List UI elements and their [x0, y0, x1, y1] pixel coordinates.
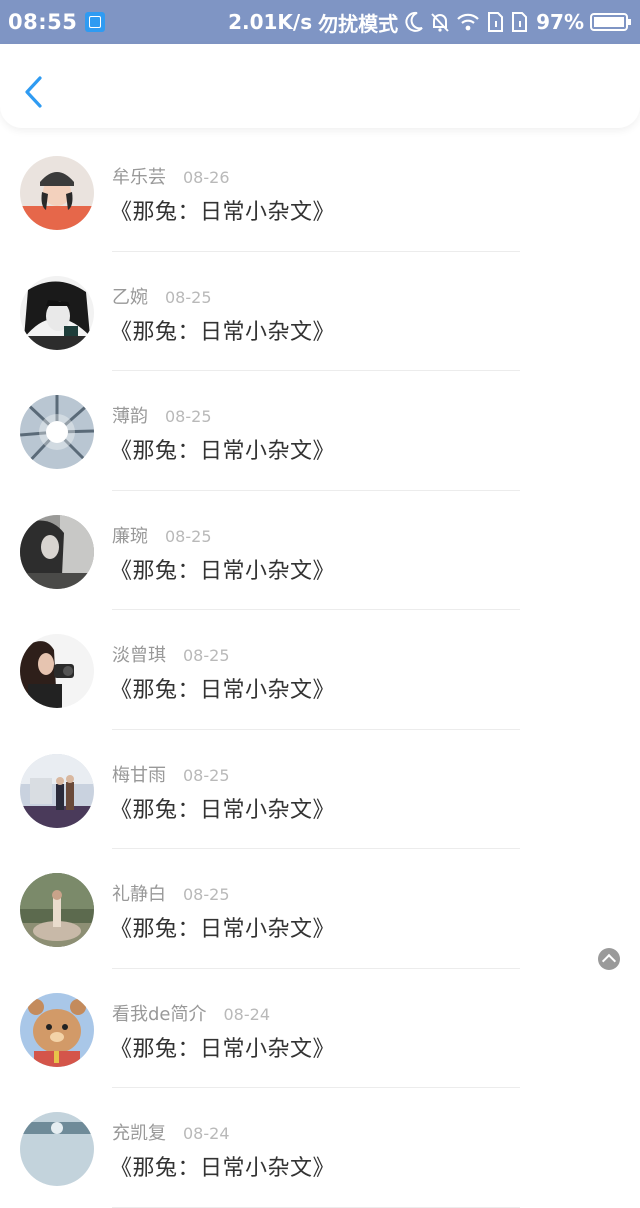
item-meta: 乙婉 08-25 — [112, 283, 212, 309]
status-time: 08:55 — [8, 10, 78, 34]
list-item[interactable]: 淡曾琪 08-25 《那兔：日常小杂文》 — [0, 610, 640, 730]
item-meta: 薄韵 08-25 — [112, 402, 212, 428]
post-date: 08-25 — [183, 646, 230, 665]
post-title[interactable]: 《那兔：日常小杂文》 — [110, 314, 335, 346]
post-date: 08-24 — [183, 1124, 230, 1143]
author-name[interactable]: 充凯复 — [112, 1119, 166, 1145]
post-title[interactable]: 《那兔：日常小杂文》 — [110, 1150, 335, 1182]
post-title[interactable]: 《那兔：日常小杂文》 — [110, 433, 335, 465]
avatar[interactable] — [20, 1112, 94, 1186]
author-name[interactable]: 牟乐芸 — [112, 163, 166, 189]
avatar[interactable] — [20, 156, 94, 230]
sim2-icon — [510, 11, 528, 33]
list-item[interactable]: 牟乐芸 08-26 《那兔：日常小杂文》 — [0, 132, 640, 252]
status-left: 08:55 — [8, 10, 106, 34]
back-button[interactable] — [18, 72, 52, 112]
bell-off-icon — [430, 11, 450, 33]
item-meta: 牟乐芸 08-26 — [112, 163, 230, 189]
item-meta: 礼静白 08-25 — [112, 880, 230, 906]
post-title[interactable]: 《那兔：日常小杂文》 — [110, 792, 335, 824]
post-title[interactable]: 《那兔：日常小杂文》 — [110, 672, 335, 704]
list-item[interactable]: 充凯复 08-24 《那兔：日常小杂文》 — [0, 1088, 640, 1208]
author-name[interactable]: 淡曾琪 — [112, 641, 166, 667]
post-date: 08-25 — [165, 407, 212, 426]
item-meta: 看我de简介 08-24 — [112, 1000, 270, 1026]
header-bar — [0, 44, 640, 128]
wifi-icon — [456, 12, 480, 32]
author-name[interactable]: 礼静白 — [112, 880, 166, 906]
post-title[interactable]: 《那兔：日常小杂文》 — [110, 1031, 335, 1063]
post-title[interactable]: 《那兔：日常小杂文》 — [110, 911, 335, 943]
sim1-icon — [486, 11, 504, 33]
feed-list: 牟乐芸 08-26 《那兔：日常小杂文》 乙婉 08-25 《那兔：日常小杂文》 — [0, 132, 640, 1208]
item-meta: 淡曾琪 08-25 — [112, 641, 230, 667]
item-meta: 梅甘雨 08-25 — [112, 761, 230, 787]
chevron-up-icon[interactable] — [598, 948, 620, 970]
list-item[interactable]: 梅甘雨 08-25 《那兔：日常小杂文》 — [0, 730, 640, 849]
author-name[interactable]: 梅甘雨 — [112, 761, 166, 787]
avatar[interactable] — [20, 873, 94, 947]
avatar[interactable] — [20, 992, 94, 1067]
avatar[interactable] — [20, 395, 94, 469]
post-title[interactable]: 《那兔：日常小杂文》 — [110, 194, 335, 226]
moon-icon — [404, 11, 424, 33]
post-title[interactable]: 《那兔：日常小杂文》 — [110, 553, 335, 585]
author-name[interactable]: 薄韵 — [112, 402, 148, 428]
post-date: 08-25 — [165, 526, 212, 546]
post-date: 08-24 — [223, 1004, 271, 1024]
status-bar: 08:55 2.01K/s 勿扰模式 97% — [0, 0, 640, 44]
chevron-left-icon — [25, 76, 42, 108]
list-item[interactable]: 乙婉 08-25 《那兔：日常小杂文》 — [0, 252, 640, 371]
avatar[interactable] — [20, 514, 94, 589]
network-speed: 2.01K/s — [228, 10, 313, 34]
dnd-mode-label: 勿扰模式 — [318, 11, 399, 36]
avatar[interactable] — [20, 634, 94, 708]
list-item[interactable]: 礼静白 08-25 《那兔：日常小杂文》 — [0, 849, 640, 969]
post-date: 08-26 — [183, 168, 230, 187]
item-meta: 廉琬 08-25 — [112, 522, 212, 548]
author-name[interactable]: 廉琬 — [112, 522, 148, 548]
divider — [112, 1206, 520, 1208]
screenshot-icon — [85, 12, 106, 32]
post-date: 08-25 — [165, 287, 212, 307]
avatar[interactable] — [20, 753, 94, 828]
list-item[interactable]: 看我de简介 08-24 《那兔：日常小杂文》 — [0, 969, 640, 1088]
item-meta: 充凯复 08-24 — [112, 1119, 230, 1145]
post-date: 08-25 — [183, 885, 230, 904]
author-name[interactable]: 看我de简介 — [112, 1000, 207, 1026]
battery-icon — [590, 12, 632, 32]
battery-percent: 97% — [536, 10, 584, 34]
post-date: 08-25 — [183, 765, 230, 785]
avatar[interactable] — [20, 275, 94, 350]
list-item[interactable]: 廉琬 08-25 《那兔：日常小杂文》 — [0, 491, 640, 610]
status-right: 2.01K/s 勿扰模式 97% — [228, 8, 632, 37]
list-item[interactable]: 薄韵 08-25 《那兔：日常小杂文》 — [0, 371, 640, 491]
author-name[interactable]: 乙婉 — [112, 283, 148, 309]
